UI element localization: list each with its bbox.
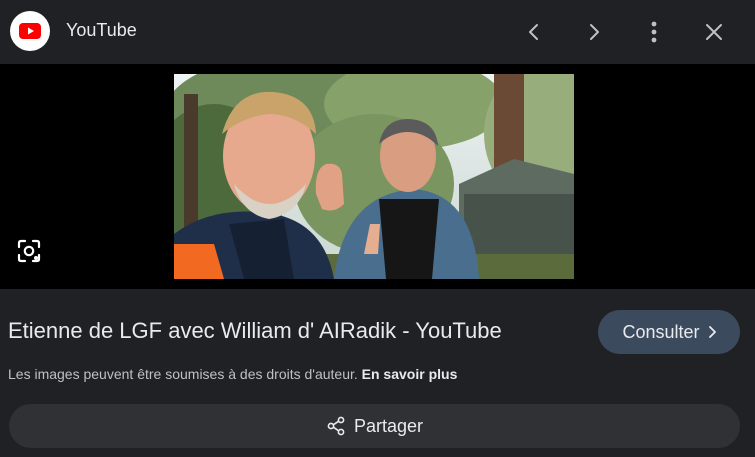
visit-button[interactable]: Consulter <box>598 310 740 354</box>
youtube-favicon <box>10 11 50 51</box>
copyright-notice: Les images peuvent être soumises à des d… <box>8 366 457 382</box>
close-button[interactable] <box>696 14 732 50</box>
preview-image[interactable] <box>174 74 574 279</box>
share-label: Partager <box>353 415 424 436</box>
image-preview-area <box>0 64 755 289</box>
youtube-icon <box>19 23 41 39</box>
lens-search-button[interactable] <box>14 236 44 266</box>
preview-photo <box>174 74 574 279</box>
chevron-right-icon <box>708 326 716 338</box>
more-options-button[interactable] <box>636 14 672 50</box>
result-title[interactable]: Etienne de LGF avec William d' AIRadik -… <box>8 318 502 344</box>
previous-button[interactable] <box>516 14 552 50</box>
share-button[interactable]: Partager <box>9 404 740 448</box>
visit-label: Consulter <box>622 321 700 342</box>
share-icon <box>327 416 345 436</box>
lens-search-icon <box>17 239 41 263</box>
chevron-right-icon <box>590 24 599 40</box>
learn-more-link[interactable]: En savoir plus <box>362 366 458 382</box>
viewer-header: YouTube <box>0 0 755 64</box>
next-button[interactable] <box>576 14 612 50</box>
close-icon <box>706 24 722 40</box>
copyright-text: Les images peuvent être soumises à des d… <box>8 366 358 382</box>
more-vert-icon <box>651 21 657 43</box>
chevron-left-icon <box>529 24 538 40</box>
site-name: YouTube <box>66 20 137 40</box>
